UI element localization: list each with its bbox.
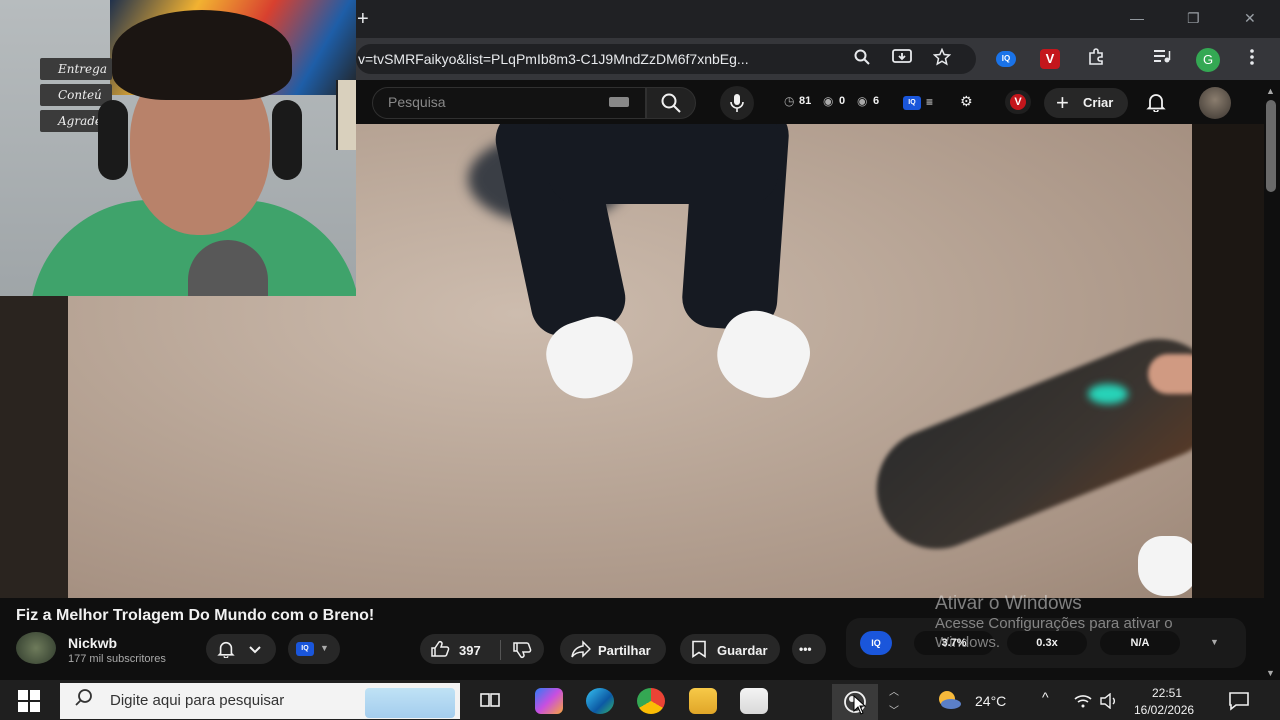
mouse-cursor-icon — [853, 694, 867, 720]
dislike-button[interactable] — [512, 641, 532, 664]
browser-menu-icon[interactable] — [1241, 48, 1263, 70]
wifi-icon[interactable] — [1074, 694, 1092, 713]
iq-extension-icon[interactable]: IQ — [903, 96, 921, 110]
channel-subscribers: 177 mil subscritores — [68, 653, 166, 665]
share-icon — [571, 640, 592, 663]
notifications-bell-icon — [217, 640, 235, 663]
scroll-up-arrow[interactable]: ▲ — [1266, 86, 1275, 96]
video-hand — [1148, 354, 1192, 394]
close-button[interactable]: ✕ — [1244, 10, 1256, 27]
clock-date[interactable]: 16/02/2026 — [1134, 703, 1194, 717]
iq-extension-icon[interactable]: IQ — [860, 631, 892, 655]
streamer-hair — [112, 10, 292, 100]
like-divider — [500, 640, 501, 660]
windows-logo-icon — [18, 690, 28, 700]
eye-icon: ◉ — [857, 94, 868, 108]
chevron-up-icon[interactable]: ︿ — [889, 683, 899, 698]
windows-start-button[interactable] — [18, 690, 40, 712]
video-shoe-corner — [1138, 536, 1192, 596]
chevron-down-icon — [248, 642, 262, 660]
profile-avatar[interactable]: G — [1196, 48, 1220, 72]
like-button[interactable] — [430, 640, 450, 663]
address-bar-url[interactable]: v=tvSMRFaikyo&list=PLqPmIb8m3-C1J9MndZzD… — [358, 51, 838, 67]
edge-icon[interactable] — [586, 688, 614, 714]
install-app-icon[interactable] — [891, 48, 913, 70]
show-hidden-icons-icon[interactable]: ^ — [1042, 689, 1049, 705]
copilot-icon[interactable] — [535, 688, 563, 714]
iq-extension-icon: IQ — [296, 642, 314, 656]
create-label: Criar — [1083, 95, 1114, 110]
search-highlight-image — [365, 688, 455, 718]
zoom-icon[interactable] — [851, 48, 873, 70]
search-icon — [660, 92, 682, 119]
extensions-puzzle-icon[interactable] — [1085, 48, 1107, 70]
media-control-icon[interactable] — [1151, 48, 1173, 70]
microsoft-store-icon[interactable] — [740, 688, 768, 714]
chevron-down-icon[interactable]: ▼ — [1210, 637, 1219, 647]
windows-logo-icon — [30, 690, 40, 700]
volume-icon[interactable] — [1100, 692, 1118, 714]
notification-center-icon[interactable] — [1228, 691, 1250, 716]
clock-time[interactable]: 22:51 — [1152, 686, 1182, 700]
save-playlist-icon — [691, 640, 707, 663]
plus-icon: + — [1056, 90, 1069, 115]
account-avatar[interactable] — [1199, 87, 1231, 119]
weather-temperature[interactable]: 24°C — [975, 693, 1006, 709]
v-extension-button[interactable]: V — [1005, 90, 1031, 114]
chrome-icon[interactable] — [637, 688, 665, 714]
microphone-icon — [729, 93, 745, 118]
headphone-right — [272, 100, 302, 180]
webcam-overlay: Entrega Conteú Agradeç — [0, 0, 356, 296]
restore-button[interactable]: ❐ — [1187, 10, 1200, 27]
iq-metric-na: N/A — [1100, 631, 1180, 655]
wall-sign: Entrega — [40, 58, 112, 80]
scroll-down-arrow[interactable]: ▼ — [1266, 668, 1275, 678]
bookmark-star-icon[interactable] — [931, 47, 953, 70]
eye-icon: ◉ — [823, 94, 834, 108]
save-label: Guardar — [717, 643, 768, 658]
headphone-left — [98, 100, 128, 180]
stat-watching: 0 — [839, 95, 846, 107]
task-view-icon[interactable] — [479, 690, 501, 715]
windows-activation-text: Windows. — [935, 634, 1001, 651]
channel-avatar[interactable] — [16, 632, 56, 664]
weather-icon[interactable] — [935, 689, 963, 716]
iq-extension-icon[interactable]: IQ — [996, 51, 1016, 67]
windows-activation-title: Ativar o Windows — [935, 593, 1082, 614]
windows-logo-icon — [18, 702, 28, 712]
v-extension-icon[interactable]: V — [1040, 49, 1060, 69]
windows-activation-text: Acesse Configurações para ativar o — [935, 615, 1173, 632]
v-badge-label: V — [1010, 94, 1026, 110]
new-tab-button[interactable]: + — [357, 8, 369, 31]
clock-icon: ◷ — [784, 94, 795, 108]
stat-views: 81 — [799, 95, 812, 107]
like-count: 397 — [459, 643, 481, 658]
search-icon — [74, 688, 94, 714]
video-scarf — [858, 320, 1192, 568]
player-side-right — [1192, 124, 1264, 598]
notifications-bell-icon[interactable] — [1146, 92, 1166, 117]
video-highlight — [1088, 384, 1128, 404]
wall-sign: Conteú — [40, 84, 112, 106]
video-hips — [548, 124, 778, 204]
chevron-down-icon[interactable]: ﹀ — [889, 702, 899, 717]
share-label: Partilhar — [598, 643, 651, 658]
chevron-down-icon: ▼ — [320, 643, 329, 653]
settings-icon[interactable]: ⚙ — [960, 93, 973, 110]
scrollbar-thumb[interactable] — [1266, 100, 1276, 192]
minimize-button[interactable]: — — [1130, 10, 1144, 26]
iq-metric-ratio: 0.3x — [1007, 631, 1087, 655]
wall-painting — [336, 80, 356, 150]
more-icon: ••• — [799, 642, 812, 656]
stat-other: 6 — [873, 95, 880, 107]
keyboard-icon[interactable] — [609, 97, 629, 107]
file-explorer-icon[interactable] — [689, 688, 717, 714]
screen: { "browser": { "new_tab_symbol": "+", "u… — [0, 0, 1280, 720]
search-placeholder: Pesquisa — [388, 94, 446, 110]
video-title: Fiz a Melhor Trolagem Do Mundo com o Bre… — [16, 607, 375, 624]
taskbar-search-placeholder: Digite aqui para pesquisar — [110, 692, 285, 709]
list-icon[interactable]: ≡ — [926, 95, 933, 109]
windows-logo-icon — [30, 702, 40, 712]
channel-name[interactable]: Nickwb — [68, 635, 117, 651]
